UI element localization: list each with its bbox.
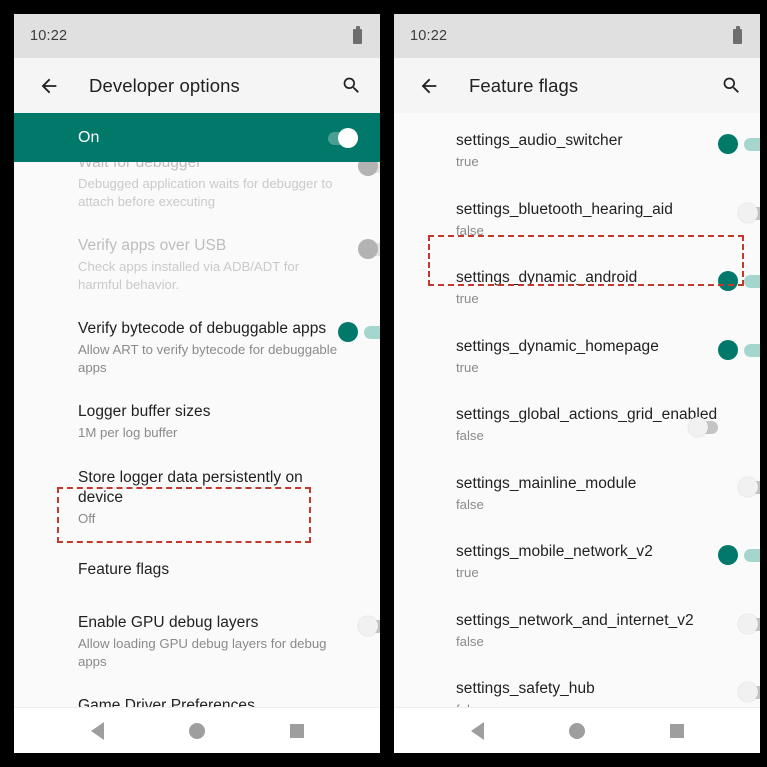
list-item-settings-bluetooth-hearing-aid[interactable]: settings_bluetooth_hearing_aid false: [394, 184, 760, 253]
back-arrow-icon[interactable]: [36, 73, 62, 99]
list-item-title: settings_dynamic_android: [456, 269, 638, 286]
list-item-subtitle: false: [456, 496, 484, 512]
list-item-title: settings_mobile_network_v2: [456, 543, 653, 560]
list-item-settings-mainline-module[interactable]: settings_mainline_module false: [394, 458, 760, 527]
switch-track: [744, 138, 760, 151]
battery-icon: [353, 25, 362, 44]
back-arrow-icon[interactable]: [416, 73, 442, 99]
list-item-subtitle: 1M per log buffer: [78, 425, 178, 440]
nav-home-icon[interactable]: [188, 722, 205, 739]
switch-thumb: [718, 134, 738, 154]
switch-thumb: [358, 239, 378, 259]
list-item-title: settings_network_and_internet_v2: [456, 611, 694, 629]
developer-options-master-banner[interactable]: On: [14, 113, 380, 162]
list-item-logger-buffer-sizes[interactable]: Logger buffer sizes 1M per log buffer: [14, 389, 380, 455]
list-item-enable-gpu-debug-layers[interactable]: Enable GPU debug layers Allow loading GP…: [14, 600, 380, 683]
list-item-title: Logger buffer sizes: [78, 403, 211, 420]
list-item-title: Wait for debugger: [78, 162, 202, 171]
search-icon[interactable]: [718, 73, 744, 99]
list-item-subtitle: false: [456, 428, 484, 443]
list-item-title: settings_audio_switcher: [456, 132, 623, 149]
list-item-subtitle: Debugged application waits for debugger …: [78, 176, 333, 209]
list-item-feature-flags[interactable]: Feature flags: [14, 540, 380, 600]
nav-recents-icon[interactable]: [669, 723, 684, 738]
nav-back-icon[interactable]: [470, 721, 484, 740]
list-item-title: Store logger data persistently on device: [78, 468, 303, 506]
list-item-title: Feature flags: [78, 561, 170, 578]
screenshot-stage: 10:22 Developer options On Wait for debu…: [0, 0, 767, 767]
switch-thumb: [338, 322, 358, 342]
switch-thumb: [738, 476, 758, 497]
search-icon[interactable]: [338, 73, 364, 99]
list-item-settings-network-and-internet-v2[interactable]: settings_network_and_internet_v2 false: [394, 595, 760, 664]
list-item-title: Game Driver Preferences: [78, 697, 255, 707]
list-item-subtitle: true: [456, 154, 479, 169]
nav-recents-icon[interactable]: [289, 723, 304, 738]
list-item-subtitle: true: [456, 565, 479, 580]
list-item-store-logger-data[interactable]: Store logger data persistently on device…: [14, 455, 380, 541]
switch-thumb: [358, 616, 378, 636]
list-item-wait-for-debugger: Wait for debugger Debugged application w…: [14, 162, 380, 223]
list-item-subtitle: true: [456, 359, 479, 375]
status-bar-clock: 10:22: [30, 28, 68, 44]
list-item-title: settings_mainline_module: [456, 474, 637, 492]
list-item-title: settings_global_actions_grid_enabled: [456, 406, 718, 423]
app-bar: Developer options: [14, 58, 380, 113]
list-item-subtitle: false: [456, 701, 724, 707]
list-item-verify-apps-over-usb: Verify apps over USB Check apps installe…: [14, 223, 380, 306]
list-item-settings-mobile-network-v2[interactable]: settings_mobile_network_v2 true: [394, 526, 760, 595]
banner-label: On: [78, 128, 100, 146]
phone-panel-feature-flags: 10:22 Feature flags settings_audio_switc…: [394, 14, 760, 753]
switch-thumb: [718, 271, 738, 291]
list-item-game-driver-preferences[interactable]: Game Driver Preferences Modify Game Driv…: [14, 683, 380, 707]
list-item-title: settings_dynamic_homepage: [456, 337, 659, 355]
list-item-subtitle: Allow ART to verify bytecode for debugga…: [78, 342, 338, 375]
switch-thumb: [718, 545, 738, 565]
status-bar: 10:22: [14, 14, 380, 58]
list-item-title: settings_bluetooth_hearing_aid: [456, 200, 673, 218]
battery-icon: [733, 25, 742, 44]
list-item-settings-global-actions-grid-enabled[interactable]: settings_global_actions_grid_enabled fal…: [394, 389, 760, 458]
status-bar-clock: 10:22: [410, 28, 448, 44]
developer-options-master-switch[interactable]: [322, 127, 358, 148]
list-item-title: settings_safety_hub: [456, 680, 595, 697]
switch-thumb: [738, 613, 758, 634]
switch-thumb: [338, 127, 358, 148]
switch-track: [744, 549, 760, 562]
phone-panel-developer-options: 10:22 Developer options On Wait for debu…: [14, 14, 380, 753]
list-item-settings-audio-switcher[interactable]: settings_audio_switcher true: [394, 113, 760, 184]
list-item-subtitle: Check apps installed via ADB/ADT for har…: [78, 259, 300, 292]
android-navigation-bar: [14, 707, 380, 753]
switch-track: [744, 275, 760, 288]
nav-home-icon[interactable]: [568, 722, 585, 739]
list-item-title: Verify apps over USB: [78, 237, 227, 254]
developer-options-list[interactable]: Wait for debugger Debugged application w…: [14, 162, 380, 707]
list-item-verify-bytecode[interactable]: Verify bytecode of debuggable apps Allow…: [14, 306, 380, 389]
switch-thumb: [358, 162, 378, 176]
switch-thumb: [738, 202, 758, 223]
switch-thumb: [718, 339, 738, 360]
app-bar: Feature flags: [394, 58, 760, 113]
switch-thumb: [688, 417, 708, 437]
switch-track: [744, 343, 760, 357]
android-navigation-bar: [394, 707, 760, 753]
list-item-title: Enable GPU debug layers: [78, 614, 259, 631]
status-bar: 10:22: [394, 14, 760, 58]
list-item-subtitle: Off: [78, 510, 96, 526]
list-item-title: Verify bytecode of debuggable apps: [78, 320, 327, 337]
list-item-settings-dynamic-android[interactable]: settings_dynamic_android true: [394, 252, 760, 321]
nav-back-icon[interactable]: [90, 721, 104, 740]
list-item-subtitle: false: [456, 633, 484, 649]
switch-track: [364, 326, 380, 339]
list-item-settings-dynamic-homepage[interactable]: settings_dynamic_homepage true: [394, 321, 760, 390]
page-title: Developer options: [89, 74, 240, 96]
feature-flags-list[interactable]: settings_audio_switcher true settings_bl…: [394, 113, 760, 707]
list-item-settings-safety-hub[interactable]: settings_safety_hub false: [394, 663, 760, 707]
switch-thumb: [738, 682, 758, 702]
list-item-subtitle: false: [456, 222, 484, 238]
list-item-subtitle: true: [456, 291, 479, 306]
list-item-subtitle: Allow loading GPU debug layers for debug…: [78, 636, 327, 669]
page-title: Feature flags: [469, 74, 579, 96]
